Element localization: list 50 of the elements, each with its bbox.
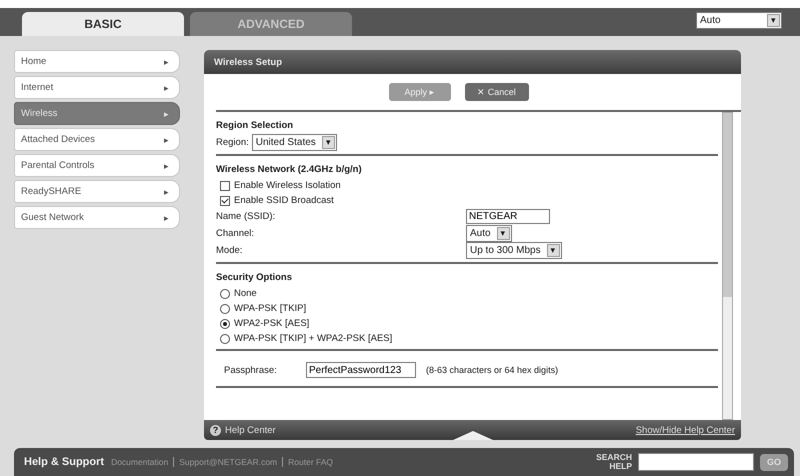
search-label: SEARCH HELP <box>595 453 632 471</box>
option-label: None <box>234 288 257 299</box>
arrow-icon: ▸ <box>164 56 169 66</box>
arrow-icon: ▸ <box>164 186 169 196</box>
show-hide-link[interactable]: Show/Hide Help Center <box>585 424 735 436</box>
help-icon: ? <box>210 424 221 436</box>
input-field[interactable]: PerfectPassword123 <box>306 362 416 378</box>
section-title: Security Options <box>216 272 294 283</box>
arrow-icon: ▸ <box>164 134 169 144</box>
hint-text: (8-63 characters or 64 hex digits) <box>426 365 558 375</box>
search-field[interactable] <box>638 453 754 471</box>
option-label: WPA2-PSK [AES] <box>234 318 310 329</box>
radio-button[interactable] <box>220 288 230 298</box>
radio-button[interactable] <box>220 334 230 344</box>
sidebar-item[interactable]: Attached Devices ▸ <box>14 128 180 151</box>
panel-title: Wireless Setup <box>204 50 741 74</box>
sidebar-item[interactable]: Internet ▸ <box>14 76 180 99</box>
field-label: Mode: <box>216 245 244 256</box>
field-label: Region: <box>216 137 249 148</box>
cancel-button[interactable]: ✕ Cancel <box>464 83 528 101</box>
language-select[interactable]: Auto ▾ <box>696 12 782 28</box>
checkbox[interactable] <box>220 196 230 206</box>
option-label: Enable Wireless Isolation <box>234 180 341 191</box>
footer-title: Help & Support <box>24 456 104 468</box>
dropdown[interactable]: United States ▾ <box>252 134 337 151</box>
scrollbar[interactable] <box>722 112 733 420</box>
checkbox[interactable] <box>220 180 230 190</box>
sidebar-item[interactable]: Guest Network ▸ <box>14 206 180 229</box>
radio-button[interactable] <box>220 304 230 314</box>
field-label: Channel: <box>216 228 256 239</box>
option-label: WPA-PSK [TKIP] <box>234 303 306 314</box>
dropdown[interactable]: Auto ▾ <box>466 225 512 242</box>
section-title: Wireless Network (2.4GHz b/g/n) <box>216 164 363 175</box>
sidebar-item[interactable]: ReadySHARE ▸ <box>14 180 180 203</box>
dropdown[interactable]: Up to 300 Mbps ▾ <box>466 242 562 259</box>
arrow-icon: ▸ <box>164 160 169 170</box>
input-field[interactable]: NETGEAR <box>466 209 550 224</box>
sidebar-item[interactable]: Home ▸ <box>14 50 180 73</box>
option-label: WPA-PSK [TKIP] + WPA2-PSK [AES] <box>234 333 392 344</box>
arrow-icon: ▸ <box>164 108 169 118</box>
radio-button[interactable] <box>220 318 230 328</box>
help-center-label[interactable]: Help Center <box>225 424 276 436</box>
arrow-icon: ▸ <box>164 82 169 92</box>
section-title: Region Selection <box>216 120 294 131</box>
option-label: Enable SSID Broadcast <box>234 195 334 206</box>
field-label: Name (SSID): <box>216 211 276 222</box>
field-label: Passphrase: <box>224 364 278 376</box>
sidebar-item[interactable]: Parental Controls ▸ <box>14 154 180 177</box>
tab[interactable]: BASIC <box>22 12 184 36</box>
arrow-icon: ▸ <box>164 212 169 222</box>
